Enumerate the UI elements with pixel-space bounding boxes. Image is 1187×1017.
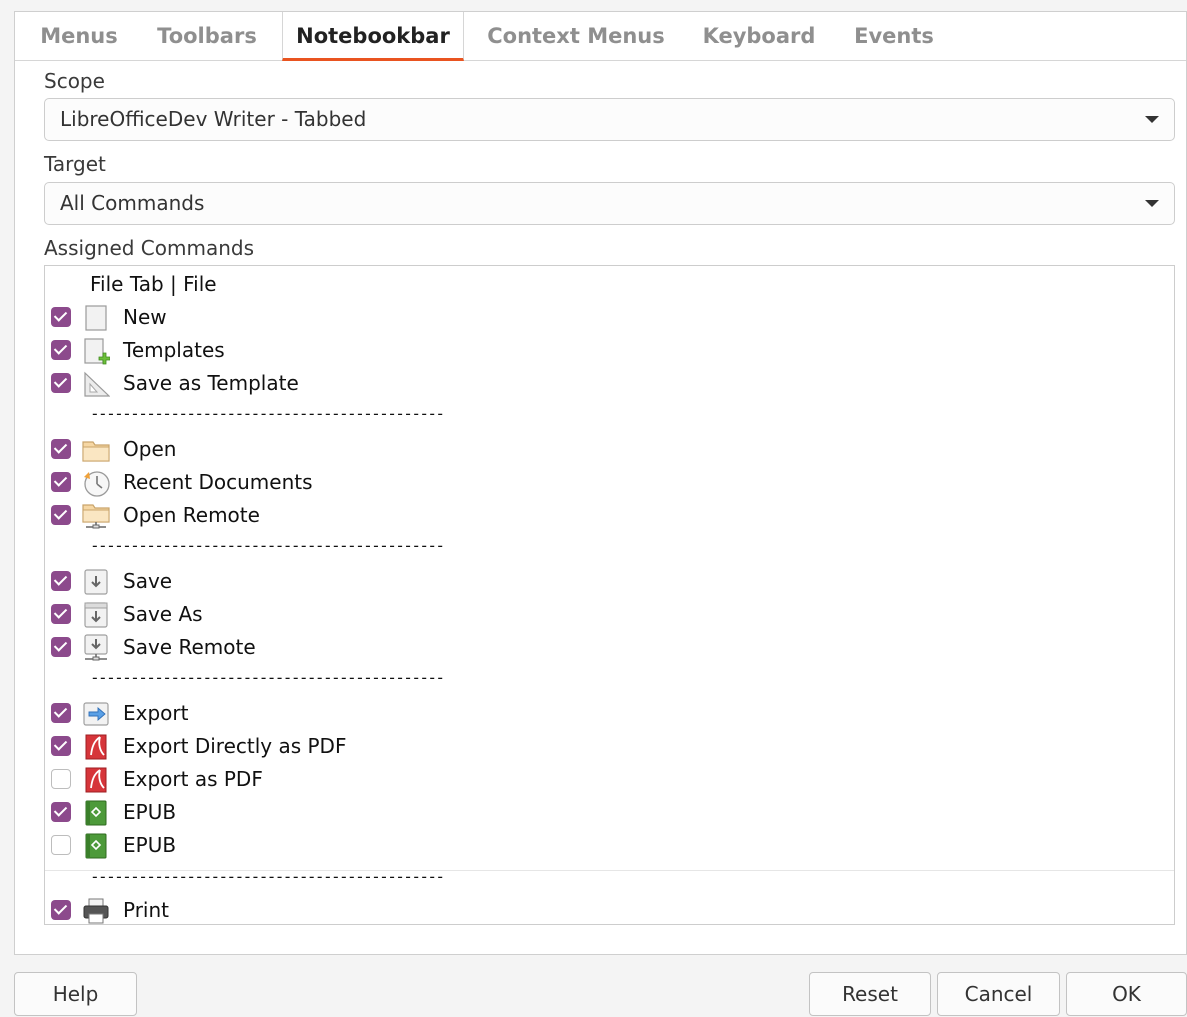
separator-row[interactable]: ----------------------------------------… xyxy=(45,863,1174,896)
set-square-icon xyxy=(84,371,110,397)
list-item[interactable]: Export xyxy=(45,697,1174,730)
reset-button[interactable]: Reset xyxy=(809,972,931,1016)
item-label: New xyxy=(123,305,167,329)
ok-button[interactable]: OK xyxy=(1066,972,1187,1016)
separator: ----------------------------------------… xyxy=(90,867,445,886)
target-label: Target xyxy=(44,152,106,176)
item-label: Open Remote xyxy=(123,503,260,527)
item-label: Save As xyxy=(123,602,203,626)
checkbox[interactable] xyxy=(51,472,71,492)
item-label: Recent Documents xyxy=(123,470,313,494)
checkbox[interactable] xyxy=(51,439,71,459)
tab-events[interactable]: Events xyxy=(839,12,949,60)
separator-row[interactable]: ----------------------------------------… xyxy=(45,400,1174,433)
help-button[interactable]: Help xyxy=(14,972,137,1016)
item-label: Print xyxy=(123,898,170,922)
checkbox[interactable] xyxy=(51,604,71,624)
list-item[interactable]: Export Directly as PDF xyxy=(45,730,1174,763)
target-value: All Commands xyxy=(60,191,205,215)
checkbox[interactable] xyxy=(51,703,71,723)
save-as-icon xyxy=(84,602,108,628)
tab-toolbars[interactable]: Toolbars xyxy=(143,12,271,60)
remote-folder-icon xyxy=(82,504,110,529)
target-dropdown[interactable]: All Commands xyxy=(44,182,1175,225)
cancel-button[interactable]: Cancel xyxy=(937,972,1060,1016)
separator: ----------------------------------------… xyxy=(90,668,445,687)
item-label: EPUB xyxy=(123,833,177,857)
tab-bar: Menus Toolbars Notebookbar Context Menus… xyxy=(15,12,1186,61)
tab-menus[interactable]: Menus xyxy=(25,12,133,60)
list-item[interactable]: EPUB xyxy=(45,796,1174,829)
checkbox[interactable] xyxy=(51,637,71,657)
item-label: Save xyxy=(123,569,173,593)
epub-icon xyxy=(85,833,107,859)
checkbox[interactable] xyxy=(51,736,71,756)
list-item[interactable]: Open xyxy=(45,433,1174,466)
scope-dropdown[interactable]: LibreOfficeDev Writer - Tabbed xyxy=(44,98,1175,141)
list-item[interactable]: Save As xyxy=(45,598,1174,631)
save-remote-icon xyxy=(84,634,108,661)
folder-icon xyxy=(82,441,110,462)
list-item[interactable]: Save Remote xyxy=(45,631,1174,664)
dialog-panel: Menus Toolbars Notebookbar Context Menus… xyxy=(14,11,1187,955)
item-label: Open xyxy=(123,437,177,461)
item-label: Templates xyxy=(123,338,225,362)
tab-notebookbar[interactable]: Notebookbar xyxy=(282,12,464,61)
list-item[interactable]: Save as Template xyxy=(45,367,1174,400)
item-label: Export as PDF xyxy=(123,767,263,791)
chevron-down-icon xyxy=(1145,200,1159,207)
separator-row[interactable]: ----------------------------------------… xyxy=(45,532,1174,565)
group-header: File Tab | File xyxy=(90,272,217,296)
clock-icon xyxy=(84,471,110,497)
item-label: Export Directly as PDF xyxy=(123,734,347,758)
list-item[interactable]: Recent Documents xyxy=(45,466,1174,499)
pdf-icon xyxy=(85,734,107,760)
list-item[interactable]: Save xyxy=(45,565,1174,598)
tab-context-menus[interactable]: Context Menus xyxy=(473,12,679,60)
chevron-down-icon xyxy=(1145,116,1159,123)
list-item[interactable]: Print xyxy=(45,894,1174,924)
checkbox[interactable] xyxy=(51,802,71,822)
checkbox[interactable] xyxy=(51,307,71,327)
checkbox[interactable] xyxy=(51,571,71,591)
tab-keyboard[interactable]: Keyboard xyxy=(689,12,829,60)
list-item[interactable]: EPUB xyxy=(45,829,1174,862)
list-item[interactable]: Export as PDF xyxy=(45,763,1174,796)
item-label: Save as Template xyxy=(123,371,299,395)
list-item[interactable]: Templates xyxy=(45,334,1174,367)
separator: ----------------------------------------… xyxy=(90,404,445,423)
assigned-commands-list[interactable]: File Tab | File New Templates Save as Te… xyxy=(44,265,1175,925)
checkbox[interactable] xyxy=(51,769,71,789)
save-icon xyxy=(84,569,108,595)
checkbox[interactable] xyxy=(51,505,71,525)
scope-label: Scope xyxy=(44,69,105,93)
printer-icon xyxy=(83,898,109,924)
item-label: Save Remote xyxy=(123,635,256,659)
list-item[interactable]: New xyxy=(45,301,1174,334)
checkbox[interactable] xyxy=(51,373,71,393)
new-document-icon xyxy=(85,305,107,331)
templates-icon xyxy=(84,338,110,365)
scope-value: LibreOfficeDev Writer - Tabbed xyxy=(60,107,367,131)
pdf-icon xyxy=(85,767,107,793)
separator: ----------------------------------------… xyxy=(90,536,445,555)
list-item[interactable]: Open Remote xyxy=(45,499,1174,532)
assigned-commands-label: Assigned Commands xyxy=(44,236,255,260)
checkbox[interactable] xyxy=(51,835,71,855)
item-label: Export xyxy=(123,701,189,725)
export-icon xyxy=(83,702,109,726)
checkbox[interactable] xyxy=(51,340,71,360)
epub-icon xyxy=(85,800,107,826)
item-label: EPUB xyxy=(123,800,177,824)
checkbox[interactable] xyxy=(51,900,71,920)
separator-row[interactable]: ----------------------------------------… xyxy=(45,664,1174,697)
group-header-row[interactable]: File Tab | File xyxy=(45,268,1174,301)
